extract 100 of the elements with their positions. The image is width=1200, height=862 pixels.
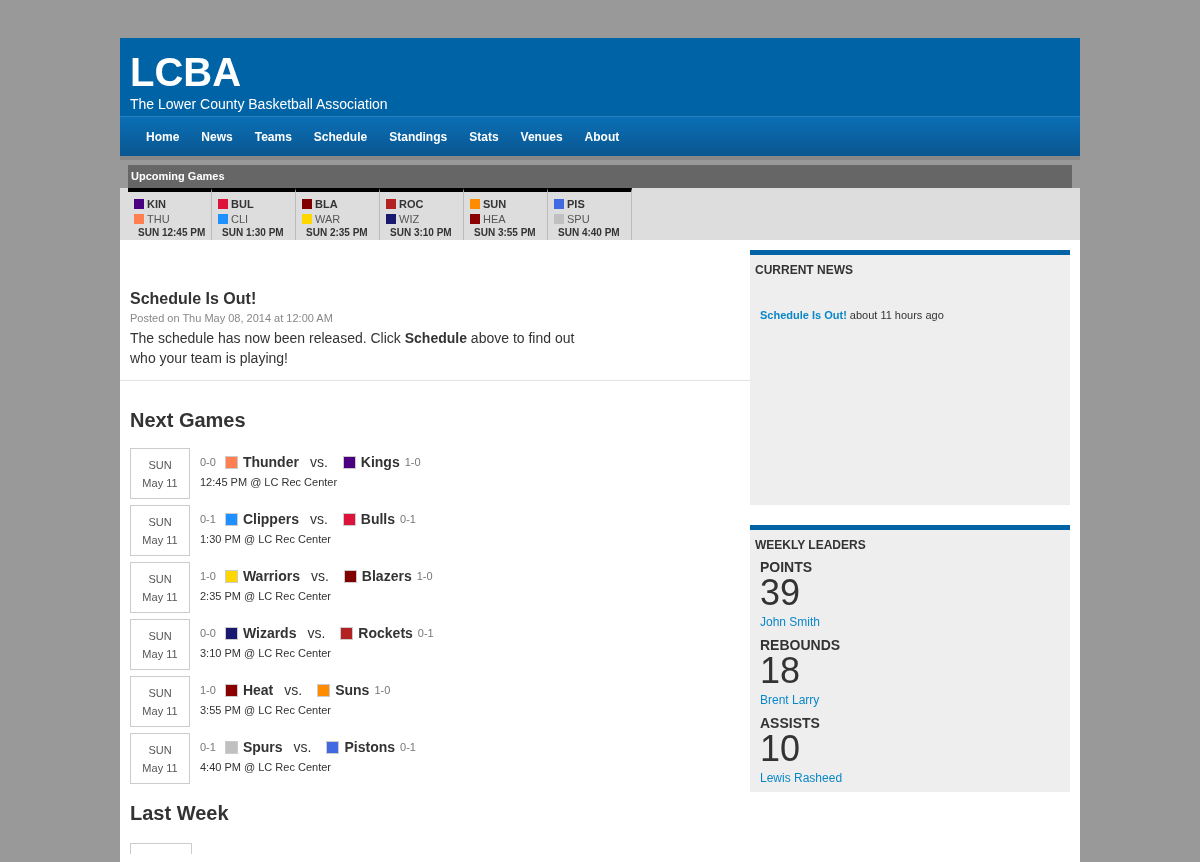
- nav-link[interactable]: Stats: [458, 129, 510, 144]
- game-time: SUN 1:30 PM: [221, 227, 285, 238]
- team-name[interactable]: Warriors: [242, 568, 300, 584]
- team-name[interactable]: Suns: [335, 682, 370, 698]
- team-abbr: ROC: [399, 197, 424, 210]
- team-record: 0-0: [200, 456, 216, 468]
- nav-link[interactable]: Schedule: [302, 129, 379, 144]
- team-record: 0-1: [400, 513, 416, 525]
- game-date: May 11: [142, 533, 178, 546]
- team-name[interactable]: Spurs: [242, 739, 283, 755]
- game-time-venue: 3:10 PM @ LC Rec Center: [200, 647, 332, 659]
- nav-link[interactable]: About: [573, 129, 631, 144]
- team-record: 0-1: [417, 627, 434, 639]
- game-tile[interactable]: BUL CLI SUN 1:30 PM: [212, 188, 296, 240]
- stat-category: ASSISTS: [760, 715, 821, 731]
- game-tile[interactable]: PIS SPU SUN 4:40 PM: [548, 188, 632, 240]
- versus-text: vs.: [284, 682, 303, 698]
- team-name[interactable]: Blazers: [361, 568, 412, 584]
- news-age: about 11 hours ago: [849, 309, 944, 321]
- team-name[interactable]: Heat: [242, 682, 274, 698]
- game-time-venue: 1:30 PM @ LC Rec Center: [200, 533, 332, 545]
- team-name[interactable]: Kings: [360, 454, 400, 470]
- team-abbr: SUN: [483, 197, 507, 210]
- panel-heading: WEEKLY LEADERS: [755, 538, 867, 552]
- game-date: May 11: [142, 590, 178, 603]
- team-name[interactable]: Clippers: [242, 511, 299, 527]
- game-day: SUN: [148, 515, 172, 528]
- game-time-venue: 2:35 PM @ LC Rec Center: [200, 590, 332, 602]
- game-time: SUN 12:45 PM: [137, 227, 207, 238]
- game-time: SUN 3:55 PM: [473, 227, 537, 238]
- nav-link[interactable]: News: [190, 129, 244, 144]
- section-heading: Last Week: [130, 802, 230, 825]
- team-name[interactable]: Bulls: [360, 511, 396, 527]
- game-date: May 11: [142, 761, 178, 774]
- team-abbr: THU: [147, 212, 170, 225]
- game-tile[interactable]: KIN THU SUN 12:45 PM: [128, 188, 212, 240]
- nav-link[interactable]: Teams: [243, 129, 303, 144]
- player-link[interactable]: Lewis Rasheed: [760, 771, 843, 785]
- game-day: SUN: [148, 458, 172, 471]
- team-record: 1-0: [404, 456, 421, 468]
- team-record: 1-0: [374, 684, 391, 696]
- team-abbr: SPU: [567, 212, 590, 225]
- team-record: 0-1: [200, 741, 216, 753]
- game-time: SUN 4:40 PM: [557, 227, 621, 238]
- versus-text: vs.: [293, 739, 312, 755]
- post-meta: Posted on Thu May 08, 2014 at 12:00 AM: [130, 312, 334, 324]
- game-day: SUN: [148, 743, 172, 756]
- versus-text: vs.: [309, 454, 328, 470]
- game-date: May 11: [142, 647, 178, 660]
- team-name[interactable]: Rockets: [358, 625, 413, 641]
- team-abbr: KIN: [147, 197, 166, 210]
- post-body: The schedule has now been released. Click Schedule above to find out who your team is playing!: [130, 329, 576, 368]
- team-abbr: BLA: [315, 197, 338, 210]
- game-day: SUN: [148, 686, 172, 699]
- post-title[interactable]: Schedule Is Out!: [130, 290, 740, 308]
- player-link[interactable]: Brent Larry: [760, 693, 820, 707]
- team-record: 1-0: [200, 570, 216, 582]
- stat-category: REBOUNDS: [760, 637, 842, 653]
- team-record: 0-1: [400, 741, 416, 753]
- game-time: SUN 3:10 PM: [389, 227, 453, 238]
- team-record: 0-1: [200, 513, 216, 525]
- section-heading: Next Games: [130, 409, 247, 432]
- team-abbr: HEA: [483, 212, 506, 225]
- game-time: SUN 2:35 PM: [305, 227, 369, 238]
- versus-text: vs.: [310, 568, 329, 584]
- game-tile[interactable]: SUN HEA SUN 3:55 PM: [464, 188, 548, 240]
- nav-link[interactable]: Venues: [509, 129, 574, 144]
- site-title: LCBA: [130, 50, 243, 94]
- game-time-venue: 4:40 PM @ LC Rec Center: [200, 761, 332, 773]
- date-box: [130, 843, 192, 854]
- game-time-venue: 3:55 PM @ LC Rec Center: [200, 704, 332, 716]
- game-day: SUN: [148, 572, 172, 585]
- nav-link[interactable]: Home: [135, 129, 191, 144]
- team-name[interactable]: Thunder: [242, 454, 299, 470]
- team-record: 1-0: [416, 570, 433, 582]
- team-abbr: PIS: [567, 197, 585, 210]
- team-record: 0-0: [200, 627, 216, 639]
- player-link[interactable]: John Smith: [760, 615, 821, 629]
- team-abbr: WIZ: [399, 212, 420, 225]
- versus-text: vs.: [307, 625, 326, 641]
- nav-link[interactable]: Standings: [378, 129, 459, 144]
- panel-heading: CURRENT NEWS: [755, 263, 854, 277]
- game-date: May 11: [142, 476, 178, 489]
- team-abbr: WAR: [315, 212, 341, 225]
- team-name[interactable]: Pistons: [344, 739, 396, 755]
- game-tile[interactable]: BLA WAR SUN 2:35 PM: [296, 188, 380, 240]
- stat-value: 18: [760, 653, 802, 689]
- game-date: May 11: [142, 704, 178, 717]
- team-abbr: CLI: [231, 212, 249, 225]
- team-abbr: BUL: [231, 197, 254, 210]
- game-day: SUN: [148, 629, 172, 642]
- upcoming-games-header: Upcoming Games: [128, 165, 1072, 188]
- team-name[interactable]: Wizards: [242, 625, 297, 641]
- stat-value: 39: [760, 575, 802, 611]
- site-subtitle: The Lower County Basketball Association: [130, 96, 389, 112]
- team-record: 1-0: [200, 684, 216, 696]
- stat-category: POINTS: [760, 559, 814, 575]
- game-tile[interactable]: ROC WIZ SUN 3:10 PM: [380, 188, 464, 240]
- versus-text: vs.: [309, 511, 328, 527]
- game-time-venue: 12:45 PM @ LC Rec Center: [200, 476, 339, 488]
